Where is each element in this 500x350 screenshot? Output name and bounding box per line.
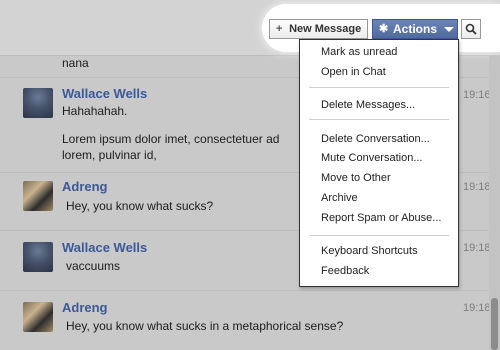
avatar[interactable] bbox=[23, 302, 53, 332]
new-message-label: New Message bbox=[289, 23, 362, 35]
actions-label: Actions bbox=[393, 22, 438, 36]
actions-menu: Mark as unread Open in Chat Delete Messa… bbox=[299, 39, 459, 287]
sender-name[interactable]: Wallace Wells bbox=[62, 240, 147, 255]
timestamp: 19:18 bbox=[463, 242, 491, 254]
chevron-down-icon bbox=[444, 27, 454, 32]
message-text: vaccuums bbox=[66, 259, 121, 273]
menu-item-open-in-chat[interactable]: Open in Chat bbox=[321, 66, 386, 78]
timestamp: 19:16 bbox=[463, 89, 491, 101]
timestamp: 19:18 bbox=[463, 181, 491, 193]
sender-name[interactable]: Adreng bbox=[62, 300, 108, 315]
menu-item-mute-conversation[interactable]: Mute Conversation... bbox=[321, 152, 423, 164]
gear-icon: ✱ bbox=[379, 23, 389, 35]
menu-separator bbox=[309, 235, 449, 236]
message-text: Hahahahah. bbox=[62, 104, 128, 118]
message-text: Lorem ipsum dolor imet, consectetuer ad bbox=[62, 132, 280, 146]
row-divider bbox=[0, 290, 500, 291]
search-icon bbox=[465, 23, 477, 35]
message-text: Hey, you know what sucks in a metaphoric… bbox=[66, 319, 344, 333]
menu-item-delete-conversation[interactable]: Delete Conversation... bbox=[321, 133, 430, 145]
search-button[interactable] bbox=[461, 19, 481, 39]
avatar[interactable] bbox=[23, 88, 53, 118]
message-text: lorem, pulvinar id, bbox=[62, 148, 157, 162]
message-text: Hey, you know what sucks? bbox=[66, 199, 214, 213]
actions-button[interactable]: ✱ Actions bbox=[372, 19, 458, 39]
menu-item-archive[interactable]: Archive bbox=[321, 192, 358, 204]
menu-item-keyboard-shortcuts[interactable]: Keyboard Shortcuts bbox=[321, 245, 418, 257]
menu-item-mark-as-unread[interactable]: Mark as unread bbox=[321, 46, 397, 58]
menu-item-move-to-other[interactable]: Move to Other bbox=[321, 172, 391, 184]
menu-separator bbox=[309, 87, 449, 88]
plus-icon: + bbox=[276, 23, 283, 35]
timestamp: 19:18 bbox=[463, 302, 491, 314]
avatar[interactable] bbox=[23, 242, 53, 272]
menu-item-delete-messages[interactable]: Delete Messages... bbox=[321, 99, 415, 111]
scrollbar-thumb[interactable] bbox=[491, 298, 498, 350]
sender-name[interactable]: Adreng bbox=[62, 179, 108, 194]
menu-separator bbox=[309, 119, 449, 120]
message-text: nana bbox=[62, 56, 89, 70]
avatar[interactable] bbox=[23, 181, 53, 211]
sender-name[interactable]: Wallace Wells bbox=[62, 86, 147, 101]
menu-item-report-spam[interactable]: Report Spam or Abuse... bbox=[321, 212, 441, 224]
menu-item-feedback[interactable]: Feedback bbox=[321, 265, 369, 277]
new-message-button[interactable]: + New Message bbox=[269, 19, 368, 39]
